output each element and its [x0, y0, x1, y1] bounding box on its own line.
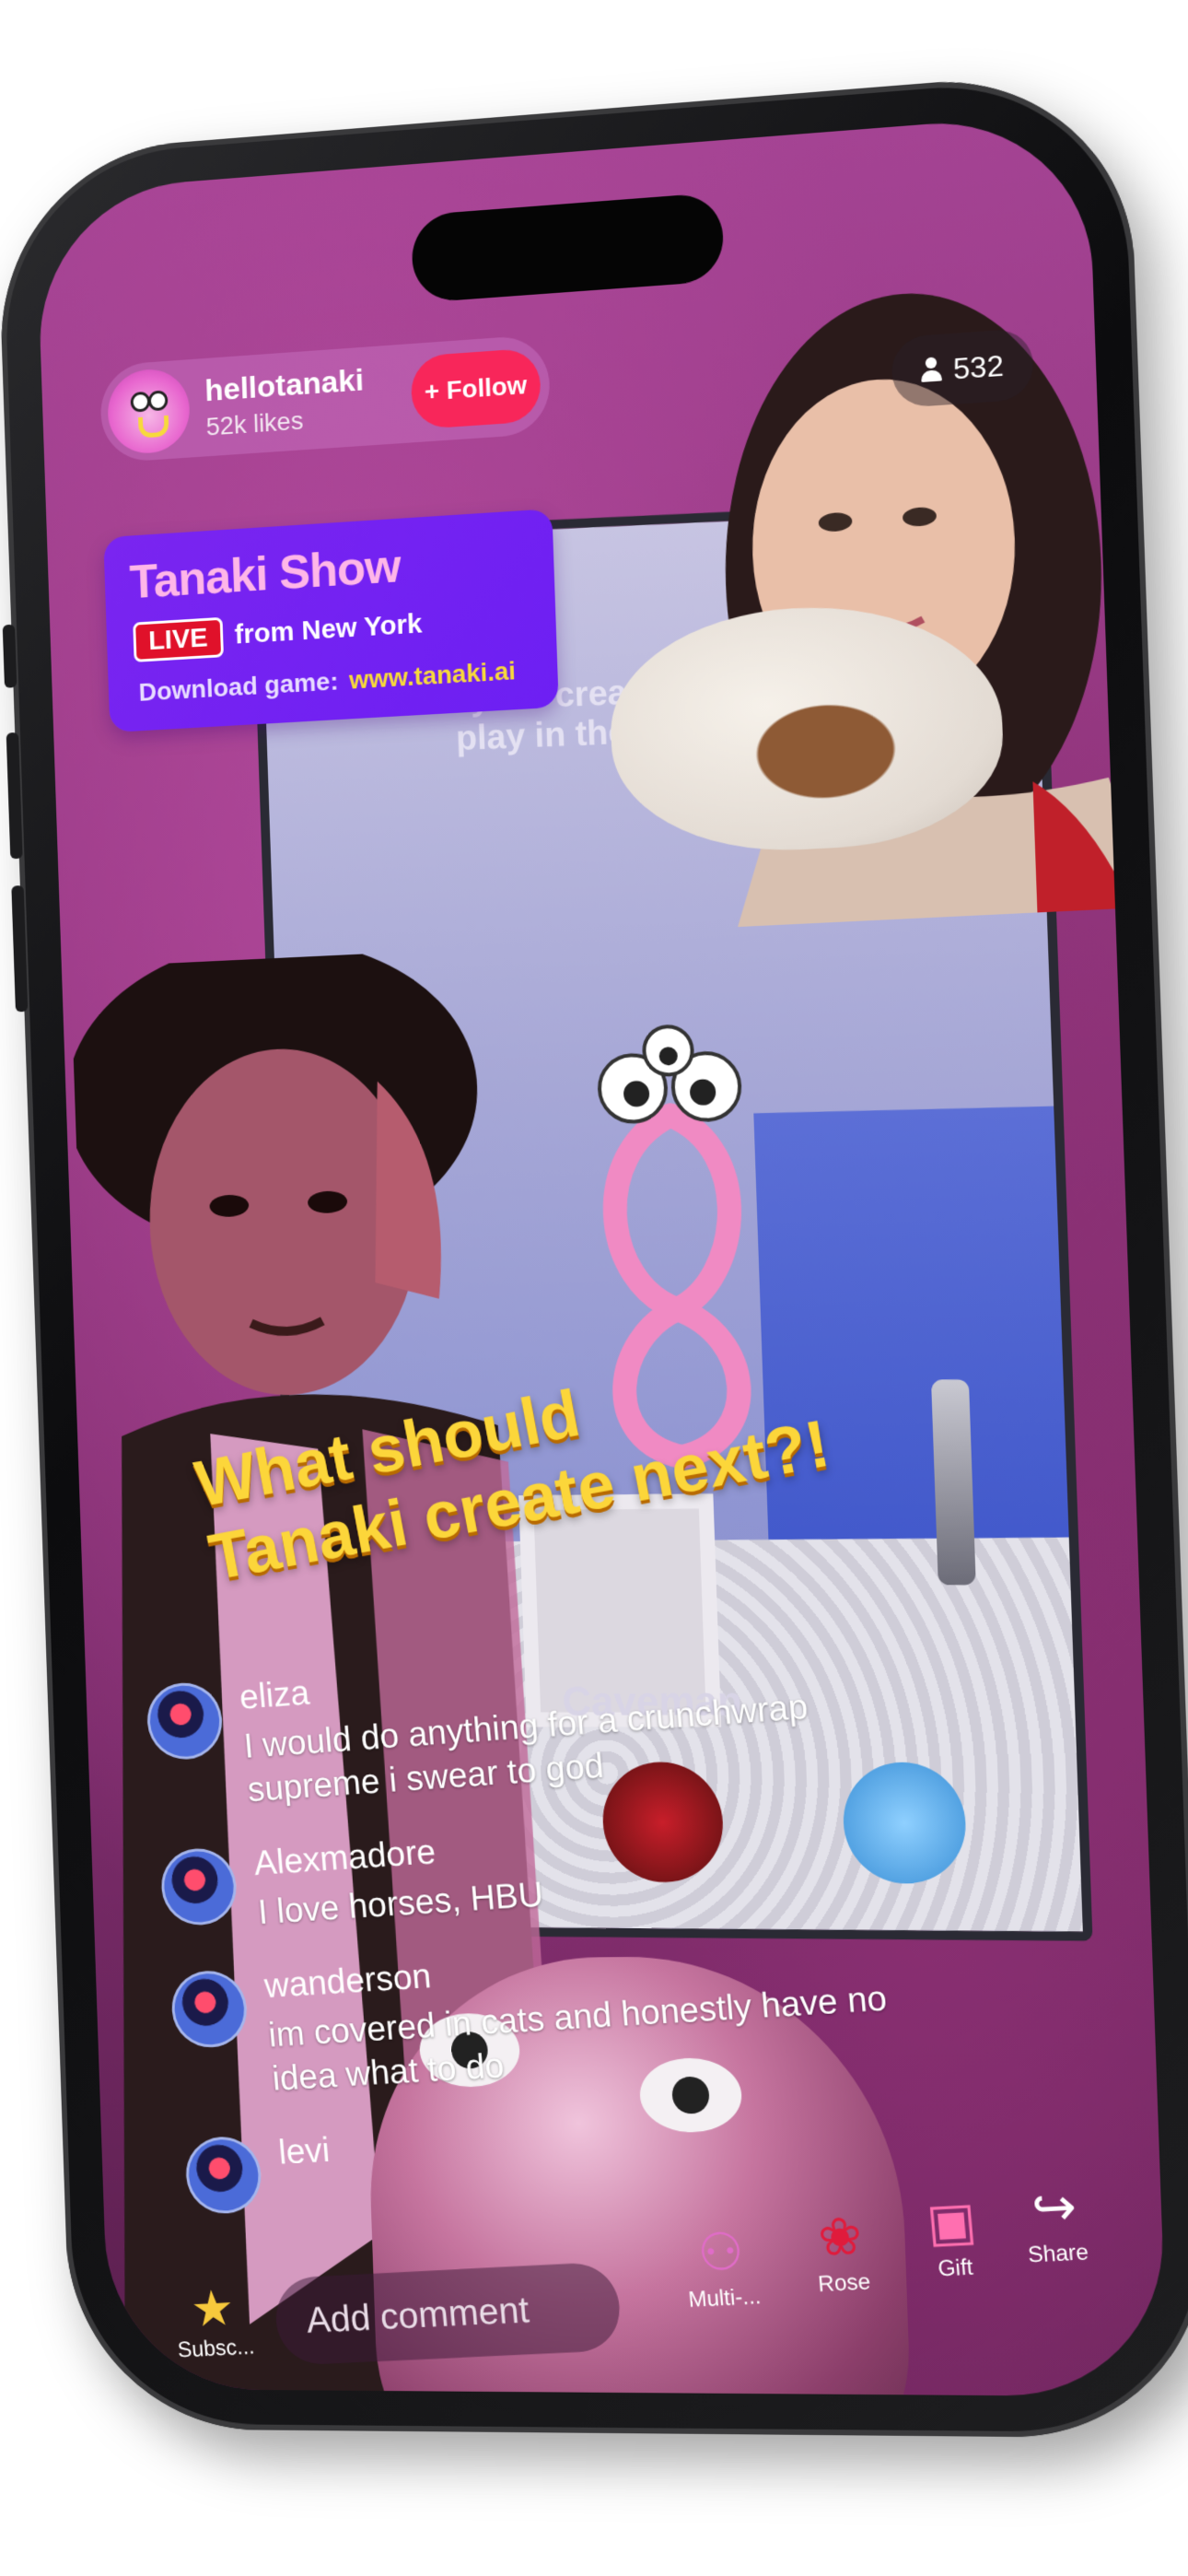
- multi-guest-button[interactable]: ⚇ Multi-...: [667, 2217, 776, 2314]
- chat-avatar[interactable]: [144, 1680, 226, 1762]
- chat-avatar[interactable]: [182, 2135, 264, 2216]
- share-icon: ↪: [1029, 2176, 1079, 2238]
- avatar-eye: [147, 390, 169, 412]
- multi-guest-icon: ⚇: [694, 2221, 747, 2283]
- live-location: from New York: [234, 608, 423, 650]
- chat-avatar[interactable]: [169, 1968, 250, 2050]
- avatar-eye: [130, 391, 151, 413]
- download-label: Download game:: [138, 666, 339, 707]
- rose-label: Rose: [817, 2268, 872, 2298]
- rose-icon: ❀: [815, 2206, 865, 2267]
- chat-avatar[interactable]: [158, 1845, 239, 1927]
- multi-guest-label: Multi-...: [687, 2283, 763, 2313]
- viewer-count[interactable]: 532: [891, 327, 1035, 409]
- viewer-count-value: 532: [952, 347, 1005, 386]
- live-badge: LIVE: [133, 616, 224, 662]
- rose-button[interactable]: ❀ Rose: [786, 2201, 897, 2299]
- avatar-smile: [138, 415, 169, 439]
- phone-mockup: Let your creat play in the Caveman: [0, 66, 1188, 2439]
- subscribe-label: Subsc...: [176, 2334, 256, 2363]
- show-title: Tanaki Show: [128, 539, 402, 610]
- add-comment-input[interactable]: Add comment: [272, 2261, 623, 2367]
- chat-text: I love horses, HBU: [256, 1875, 545, 1933]
- download-link[interactable]: www.tanaki.ai: [349, 656, 517, 695]
- host-avatar[interactable]: [106, 367, 192, 456]
- share-label: Share: [1027, 2239, 1090, 2268]
- gift-label: Gift: [937, 2254, 974, 2282]
- phone-side-button: [2, 624, 17, 688]
- scene-statue: [931, 1379, 976, 1586]
- subscribe-star-icon: ★: [189, 2280, 237, 2337]
- gift-icon: ▣: [924, 2190, 979, 2253]
- gift-button[interactable]: ▣ Gift: [897, 2185, 1008, 2284]
- chat-message: wanderson im covered in cats and honestl…: [169, 1919, 1057, 2107]
- subscribe-button[interactable]: ★ Subsc...: [166, 2279, 262, 2363]
- host-name[interactable]: hellotanaki: [204, 362, 365, 408]
- person-icon: [921, 357, 942, 384]
- follow-button[interactable]: + Follow: [410, 347, 542, 430]
- show-info-card[interactable]: Tanaki Show LIVE from New York Download …: [103, 509, 559, 733]
- chat-username[interactable]: levi: [277, 2131, 332, 2173]
- chat-message: Alexmadore I love horses, HBU: [158, 1793, 1042, 1941]
- chat-text: [281, 2177, 332, 2180]
- share-button[interactable]: ↪ Share: [999, 2171, 1112, 2269]
- host-likes: 52k likes: [205, 405, 304, 441]
- live-chat: eliza I would do anything for a crunchwr…: [144, 1622, 1071, 2248]
- host-info: hellotanaki 52k likes: [204, 362, 366, 441]
